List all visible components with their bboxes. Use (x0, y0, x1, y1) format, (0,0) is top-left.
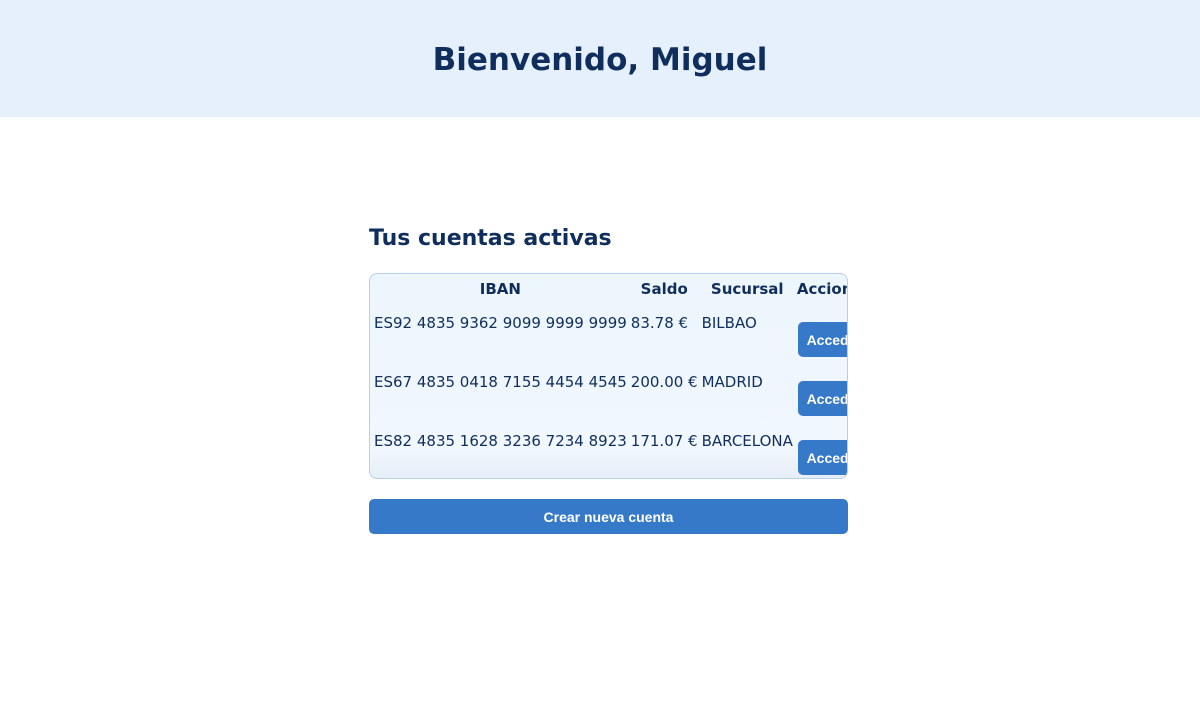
account-iban: ES92 4835 9362 9099 9999 9999 (374, 314, 627, 332)
column-header-saldo: Saldo (640, 280, 688, 298)
welcome-header: Bienvenido, Miguel (0, 0, 1200, 117)
account-saldo: 83.78 € (630, 314, 689, 332)
account-actions: Acceder (797, 304, 847, 363)
accounts-table: IBAN Saldo Sucursal Acciones ES92 4835 9… (370, 274, 847, 478)
column-header-acciones: Acciones (796, 280, 847, 298)
access-account-button[interactable]: Acceder (797, 440, 847, 475)
accounts-title: Tus cuentas activas (369, 226, 612, 251)
accounts-section: Tus cuentas activas IBAN Saldo Sucursal … (369, 222, 848, 534)
account-iban: ES67 4835 0418 7155 4454 4545 (374, 373, 627, 391)
table-header-row: IBAN Saldo Sucursal Acciones (374, 274, 847, 304)
access-account-button[interactable]: Acceder (797, 322, 847, 357)
account-iban: ES82 4835 1628 3236 7234 8923 (374, 432, 627, 450)
account-actions: Acceder (797, 363, 847, 422)
table-row: ES67 4835 0418 7155 4454 4545 200.00 € M… (374, 363, 847, 422)
access-account-button[interactable]: Acceder (797, 381, 847, 416)
account-sucursal: MADRID (701, 373, 763, 391)
welcome-title: Bienvenido, Miguel (432, 41, 768, 78)
account-saldo: 171.07 € (630, 432, 698, 450)
account-sucursal: BILBAO (701, 314, 757, 332)
table-row: ES82 4835 1628 3236 7234 8923 171.07 € B… (374, 422, 847, 478)
create-account-button[interactable]: Crear nueva cuenta (369, 499, 848, 534)
account-saldo: 200.00 € (630, 373, 698, 391)
accounts-table-container: IBAN Saldo Sucursal Acciones ES92 4835 9… (369, 273, 848, 479)
account-actions: Acceder (797, 422, 847, 478)
table-row: ES92 4835 9362 9099 9999 9999 83.78 € BI… (374, 304, 847, 363)
column-header-sucursal: Sucursal (710, 280, 784, 298)
column-header-iban: IBAN (479, 280, 521, 298)
account-sucursal: BARCELONA (701, 432, 793, 450)
